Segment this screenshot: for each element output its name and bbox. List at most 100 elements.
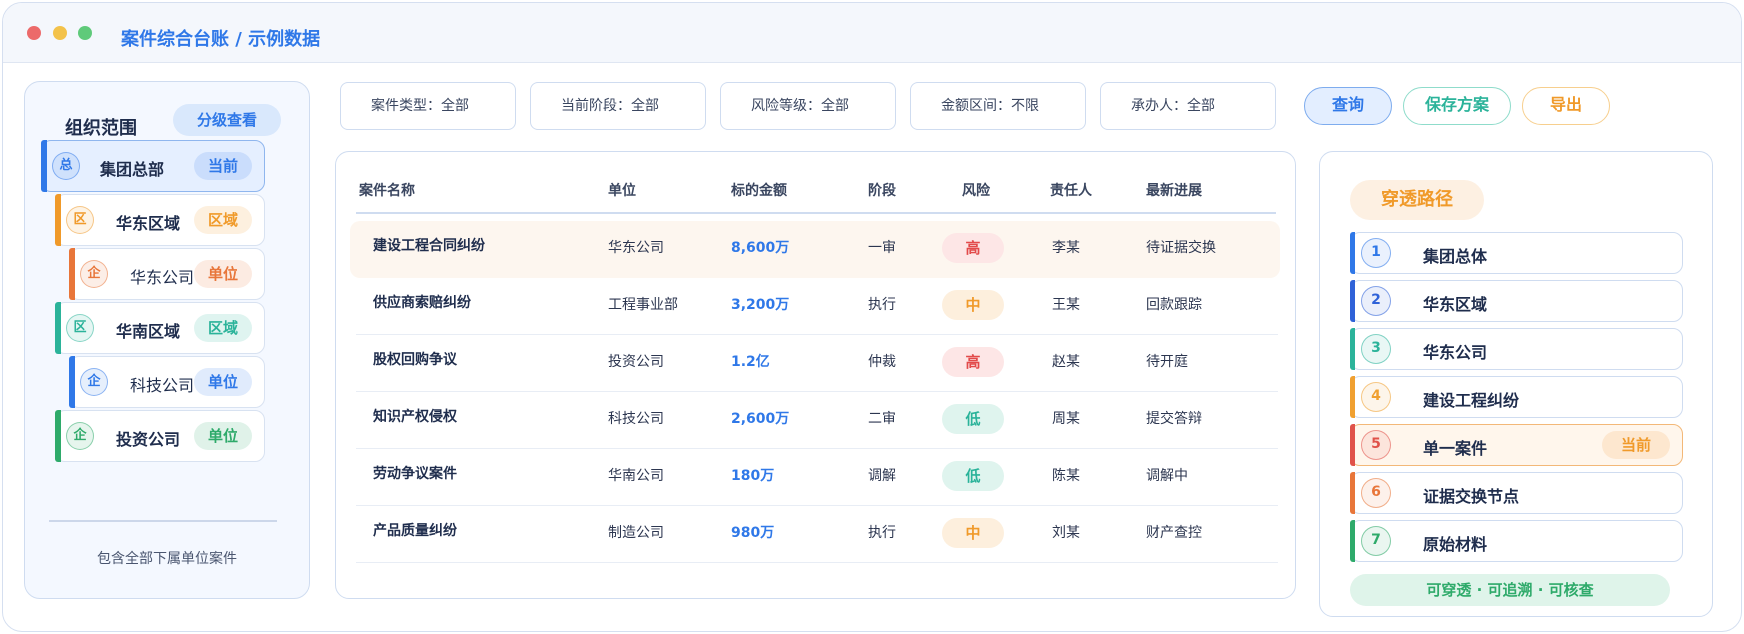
risk-badge: 高: [942, 347, 1004, 377]
org-item-accent: [68, 355, 75, 408]
case-amount: 980万: [731, 525, 775, 541]
case-owner: 陈某: [1052, 468, 1080, 484]
row-divider: [356, 562, 1278, 563]
case-unit: 科技公司: [608, 411, 664, 427]
minimize-window-icon[interactable]: [53, 26, 67, 40]
hierarchy-view-button[interactable]: 分级查看: [173, 104, 281, 136]
filter-dropdown[interactable]: 承办人：全部: [1100, 82, 1276, 130]
query-button[interactable]: 查询: [1304, 87, 1392, 125]
case-amount: 2,600万: [731, 411, 790, 427]
org-item-tag: 区域: [194, 314, 252, 342]
column-header: 最新进展: [1146, 183, 1202, 199]
org-item-name: 科技公司: [130, 376, 195, 395]
case-name[interactable]: 知识产权侵权: [373, 402, 457, 432]
org-item[interactable]: 企 华东公司 单位: [68, 247, 265, 300]
maximize-window-icon[interactable]: [78, 26, 92, 40]
org-level-icon: 总: [52, 152, 80, 180]
case-name[interactable]: 劳动争议案件: [373, 459, 457, 489]
save-scheme-button[interactable]: 保存方案: [1403, 87, 1511, 125]
org-item-tag: 区域: [194, 206, 252, 234]
close-window-icon[interactable]: [27, 26, 41, 40]
org-level-icon: 企: [80, 260, 108, 288]
path-step-label: 华东公司: [1423, 343, 1488, 362]
case-amount: 1.2亿: [731, 354, 770, 370]
path-step-accent: [1349, 519, 1355, 562]
org-item-accent: [54, 301, 61, 354]
path-step[interactable]: 4 建设工程纠纷: [1349, 375, 1683, 418]
path-step[interactable]: 5 单一案件 当前: [1349, 423, 1683, 466]
case-owner: 王某: [1052, 297, 1080, 313]
case-name[interactable]: 建设工程合同纠纷: [373, 231, 485, 261]
table-row[interactable]: 供应商索赔纠纷 工程事业部 3,200万 执行 中 王某 回款跟踪: [350, 278, 1280, 335]
path-step-label: 单一案件: [1423, 439, 1488, 458]
risk-badge: 中: [942, 290, 1004, 320]
column-header: 阶段: [868, 183, 896, 199]
title-bar: 案件综合台账 / 示例数据: [3, 3, 1741, 63]
path-step-accent: [1349, 375, 1355, 418]
path-step[interactable]: 7 原始材料: [1349, 519, 1683, 562]
table-row[interactable]: 知识产权侵权 科技公司 2,600万 二审 低 周某 提交答辩: [350, 392, 1280, 449]
column-header: 案件名称: [359, 183, 415, 199]
column-header: 标的金额: [731, 183, 787, 199]
penetration-path-panel: 穿透路径 1 集团总体 2 华东区域 3 华东公司 4 建设工程纠纷 5 单一案件 当前 6 证据交换节…: [1319, 151, 1713, 617]
org-item-name: 投资公司: [116, 430, 181, 449]
org-item[interactable]: 企 投资公司 单位: [54, 409, 265, 462]
org-item-accent: [40, 139, 47, 192]
org-item[interactable]: 总 集团总部 当前: [40, 139, 265, 192]
table-row[interactable]: 产品质量纠纷 制造公司 980万 执行 中 刘某 财产查控: [350, 506, 1280, 563]
path-step[interactable]: 2 华东区域: [1349, 279, 1683, 322]
path-step[interactable]: 3 华东公司: [1349, 327, 1683, 370]
risk-badge: 低: [942, 461, 1004, 491]
org-scope-panel: 组织范围 分级查看 总集团总部 当前区华东区域 区域企华东公司 单位区华南区域 区域企科…: [24, 81, 310, 599]
path-step-label: 证据交换节点: [1423, 487, 1520, 506]
case-progress: 提交答辩: [1146, 411, 1202, 427]
case-unit: 华南公司: [608, 468, 664, 484]
path-step-number: 3: [1361, 334, 1391, 364]
column-header: 风险: [962, 183, 990, 199]
org-item[interactable]: 区 华南区域 区域: [54, 301, 265, 354]
filter-dropdown[interactable]: 当前阶段：全部: [530, 82, 706, 130]
case-name[interactable]: 股权回购争议: [373, 345, 457, 375]
case-stage: 仲裁: [868, 354, 896, 370]
path-step-accent: [1349, 423, 1355, 466]
org-item-tag: 单位: [194, 260, 252, 288]
path-step-accent: [1349, 231, 1355, 274]
org-level-icon: 企: [66, 422, 94, 450]
org-scope-note: 包含全部下属单位案件: [97, 551, 237, 567]
path-step[interactable]: 1 集团总体: [1349, 231, 1683, 274]
filter-dropdown[interactable]: 金额区间：不限: [910, 82, 1086, 130]
traceability-badge: 可穿透 · 可追溯 · 可核查: [1350, 574, 1670, 606]
case-stage: 执行: [868, 525, 896, 541]
org-level-icon: 区: [66, 206, 94, 234]
export-button[interactable]: 导出: [1522, 87, 1610, 125]
case-stage: 执行: [868, 297, 896, 313]
org-item-name: 华南区域: [116, 322, 181, 341]
filter-dropdown[interactable]: 案件类型：全部: [340, 82, 516, 130]
risk-badge: 低: [942, 404, 1004, 434]
case-name[interactable]: 供应商索赔纠纷: [373, 288, 471, 318]
org-item-accent: [68, 247, 75, 300]
case-amount: 8,600万: [731, 240, 790, 256]
filter-dropdown[interactable]: 风险等级：全部: [720, 82, 896, 130]
case-amount: 3,200万: [731, 297, 790, 313]
case-owner: 李某: [1052, 240, 1080, 256]
path-step-number: 6: [1361, 478, 1391, 508]
case-progress: 财产查控: [1146, 525, 1202, 541]
table-row[interactable]: 股权回购争议 投资公司 1.2亿 仲裁 高 赵某 待开庭: [350, 335, 1280, 392]
org-item[interactable]: 企 科技公司 单位: [68, 355, 265, 408]
org-item-name: 集团总部: [100, 160, 165, 179]
table-row[interactable]: 建设工程合同纠纷 华东公司 8,600万 一审 高 李某 待证据交换: [350, 221, 1280, 278]
case-owner: 赵某: [1052, 354, 1080, 370]
path-step[interactable]: 6 证据交换节点: [1349, 471, 1683, 514]
case-unit: 华东公司: [608, 240, 664, 256]
org-item-name: 华东区域: [116, 214, 181, 233]
case-progress: 调解中: [1146, 468, 1188, 484]
case-name[interactable]: 产品质量纠纷: [373, 516, 457, 546]
case-progress: 待证据交换: [1146, 240, 1216, 256]
case-owner: 周某: [1052, 411, 1080, 427]
org-item[interactable]: 区 华东区域 区域: [54, 193, 265, 246]
path-step-label: 建设工程纠纷: [1423, 391, 1520, 410]
header-divider: [356, 212, 1276, 214]
table-row[interactable]: 劳动争议案件 华南公司 180万 调解 低 陈某 调解中: [350, 449, 1280, 506]
case-amount: 180万: [731, 468, 775, 484]
